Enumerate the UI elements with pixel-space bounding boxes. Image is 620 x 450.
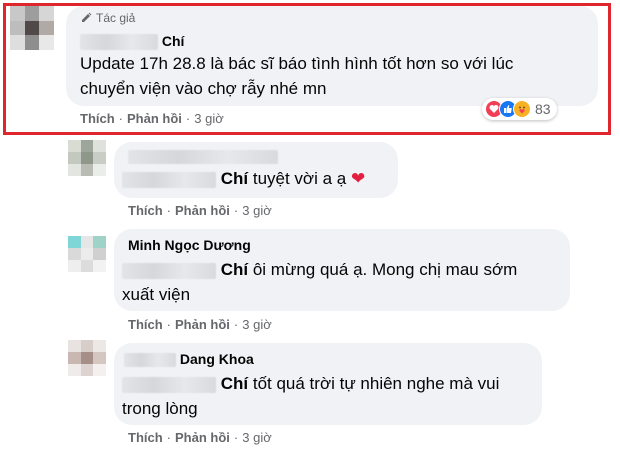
timestamp[interactable]: 3 giờ bbox=[194, 111, 224, 126]
avatar[interactable] bbox=[68, 236, 106, 272]
comment-line: Update 17h 28.8 là bác sĩ báo tình hình … bbox=[80, 54, 514, 73]
tagged-name[interactable]: Chí bbox=[221, 374, 248, 393]
avatar[interactable] bbox=[68, 140, 106, 176]
tagged-name[interactable]: Chí bbox=[221, 260, 248, 279]
comment-author[interactable]: Minh Ngọc Dương bbox=[128, 237, 251, 253]
author-name: Dang Khoa bbox=[179, 351, 254, 367]
comment-line: tốt quá trời tự nhiên nghe mà vui bbox=[248, 374, 500, 393]
comment-line: xuất viện bbox=[122, 285, 191, 304]
tagged-name[interactable]: Chí bbox=[221, 169, 248, 188]
avatar[interactable] bbox=[10, 6, 54, 50]
comment-line: chuyển viện vào chợ rẫy nhé mn bbox=[80, 79, 327, 98]
heart-emoji-icon: ❤ bbox=[350, 169, 366, 188]
comment-actions: Thích · Phản hồi · 3 giờ bbox=[128, 317, 272, 332]
comment-text: Chí ôi mừng quá ạ. Mong chị mau sớm xuất… bbox=[122, 257, 517, 307]
reply-link[interactable]: Phản hồi bbox=[175, 317, 230, 332]
comment-author[interactable] bbox=[128, 148, 278, 165]
reactions-summary[interactable]: 83 bbox=[482, 98, 557, 120]
reply-link[interactable]: Phản hồi bbox=[175, 203, 230, 218]
comment-author[interactable]: Dang Khoa bbox=[124, 351, 254, 368]
redacted-name bbox=[124, 353, 176, 368]
like-link[interactable]: Thích bbox=[128, 317, 163, 332]
avatar[interactable] bbox=[68, 340, 106, 376]
author-badge: Tác giả bbox=[80, 11, 135, 25]
comment-line: ôi mừng quá ạ. Mong chị mau sớm bbox=[248, 260, 518, 279]
reply-link[interactable]: Phản hồi bbox=[127, 111, 182, 126]
reply-link[interactable]: Phản hồi bbox=[175, 430, 230, 445]
comment-actions: Thích · Phản hồi · 3 giờ bbox=[128, 203, 272, 218]
like-link[interactable]: Thích bbox=[128, 203, 163, 218]
redacted-tag bbox=[122, 262, 216, 279]
redacted-tag bbox=[122, 171, 216, 188]
author-name: Chí bbox=[161, 33, 185, 49]
comment-line: tuyệt vời a ạ bbox=[248, 169, 351, 188]
comment-actions: Thích · Phản hồi · 3 giờ bbox=[80, 111, 224, 126]
timestamp[interactable]: 3 giờ bbox=[242, 430, 272, 445]
redacted-name bbox=[128, 150, 278, 165]
redacted-tag bbox=[122, 376, 216, 393]
redacted-name bbox=[80, 34, 158, 51]
timestamp[interactable]: 3 giờ bbox=[242, 203, 272, 218]
comment-author[interactable]: Chí bbox=[80, 33, 185, 51]
comment-line: trong lòng bbox=[122, 399, 198, 418]
pencil-icon bbox=[82, 12, 92, 22]
like-link[interactable]: Thích bbox=[80, 111, 115, 126]
like-link[interactable]: Thích bbox=[128, 430, 163, 445]
author-badge-label: Tác giả bbox=[96, 11, 136, 25]
care-reaction-icon bbox=[513, 100, 531, 118]
comment-text: Update 17h 28.8 là bác sĩ báo tình hình … bbox=[80, 51, 513, 101]
comment-actions: Thích · Phản hồi · 3 giờ bbox=[128, 430, 272, 445]
reaction-count: 83 bbox=[535, 101, 551, 117]
comment-text: Chí tuyệt vời a ạ ❤ bbox=[122, 166, 365, 191]
timestamp[interactable]: 3 giờ bbox=[242, 317, 272, 332]
comment-text: Chí tốt quá trời tự nhiên nghe mà vui tr… bbox=[122, 371, 499, 421]
